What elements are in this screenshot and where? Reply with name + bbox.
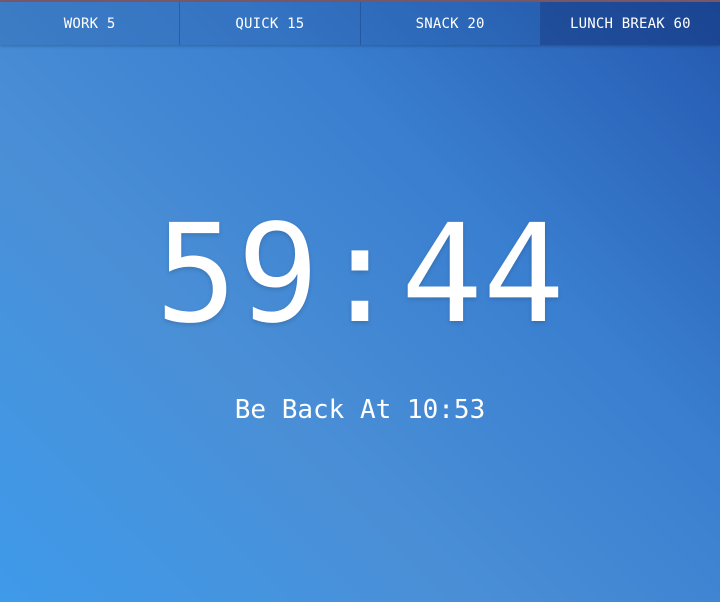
preset-tab-bar: WORK 5 QUICK 15 SNACK 20 LUNCH BREAK 60 bbox=[0, 2, 720, 45]
tab-work-5[interactable]: WORK 5 bbox=[0, 2, 181, 45]
countdown-timer: 59:44 bbox=[155, 196, 565, 354]
tab-snack-20[interactable]: SNACK 20 bbox=[360, 2, 541, 45]
be-back-message: Be Back At 10:53 bbox=[234, 395, 486, 425]
tab-lunch-break-60[interactable]: LUNCH BREAK 60 bbox=[540, 2, 720, 45]
tab-quick-15[interactable]: QUICK 15 bbox=[180, 2, 361, 45]
